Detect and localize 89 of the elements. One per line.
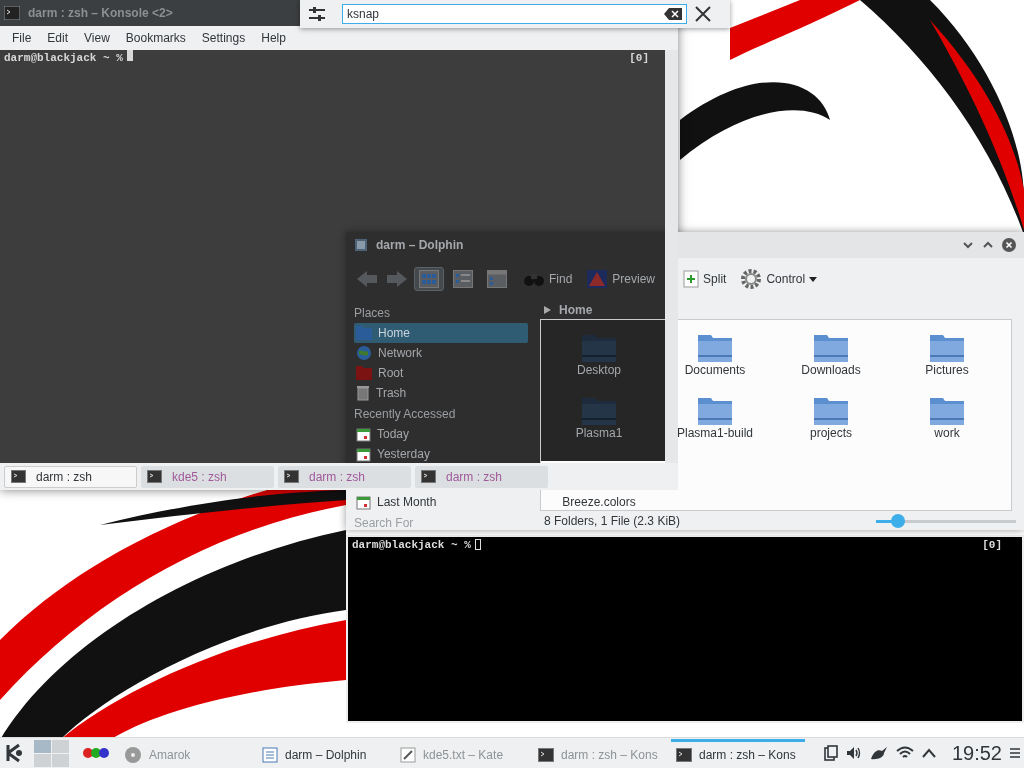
terminal-icon	[11, 470, 26, 483]
settings-icon[interactable]	[308, 6, 326, 22]
breadcrumb-link[interactable]: Home	[559, 300, 593, 319]
window-icon	[354, 238, 368, 252]
places-item[interactable]: Today	[354, 424, 528, 444]
file-name[interactable]: Downloads	[801, 363, 861, 378]
places-item[interactable]: Trash	[354, 383, 528, 403]
terminal-icon	[421, 470, 436, 483]
section-heading: Recently Accessed	[354, 407, 457, 422]
file-name[interactable]: work	[934, 426, 960, 441]
menu-item[interactable]: Settings	[193, 29, 254, 47]
task-button[interactable]: darm : zsh – Kons	[671, 738, 805, 768]
calendar-icon	[356, 426, 371, 442]
file-manager-icon	[262, 746, 278, 763]
section-heading: Search For	[354, 516, 415, 531]
calendar-icon	[356, 446, 371, 462]
volume-icon[interactable]	[845, 745, 862, 761]
places-item[interactable]: Yesterday	[354, 444, 528, 464]
status-text: 8 Folders, 1 File (2.3 KiB)	[544, 513, 682, 530]
close-icon[interactable]	[1002, 238, 1016, 252]
section-heading: Places	[354, 306, 392, 321]
file-name[interactable]: Desktop	[577, 363, 621, 378]
file-name[interactable]: Plasma1	[575, 426, 623, 441]
terminal-prompt: darm@blackjack ~ %	[4, 51, 123, 66]
places-item[interactable]: Root	[354, 363, 528, 383]
places-item[interactable]: Last Month	[354, 492, 528, 512]
terminal-icon	[4, 6, 20, 20]
terminal-icon	[147, 470, 162, 483]
clipboard-icon[interactable]	[823, 745, 838, 761]
file-name[interactable]: Documents	[684, 363, 746, 378]
three-circles-icon[interactable]	[83, 747, 109, 759]
clock: 19:52	[951, 741, 1002, 766]
window-title: darm : zsh – Konsole <2>	[28, 5, 173, 22]
desktop-pager-cell[interactable]	[34, 739, 51, 753]
root-folder-icon	[356, 366, 372, 380]
desktop-pager-cell[interactable]	[52, 753, 69, 767]
detail-list-icon	[453, 270, 473, 288]
menu-icon[interactable]	[1010, 747, 1020, 759]
terminal-tab[interactable]: darm : zsh	[4, 465, 137, 488]
session-indicator: [0]	[982, 538, 1002, 553]
text-cursor	[474, 539, 481, 550]
window-title: darm – Dolphin	[376, 237, 464, 254]
menu-item[interactable]: Edit	[39, 29, 77, 47]
gear-icon	[740, 268, 763, 290]
trash-icon	[356, 385, 370, 401]
terminal-prompt: darm@blackjack ~ %	[352, 538, 471, 553]
session-indicator: [0]	[629, 51, 649, 66]
terminal-icon	[676, 747, 692, 762]
globe-icon	[356, 345, 372, 361]
expand-triangle-icon	[544, 305, 551, 314]
text-editor-icon	[400, 746, 416, 763]
home-folder-icon	[356, 326, 372, 340]
menu-item[interactable]: Bookmarks	[117, 29, 194, 47]
scrollbar[interactable]	[665, 50, 678, 463]
desktop-pager-cell[interactable]	[52, 739, 69, 753]
terminal-icon	[538, 747, 554, 762]
toolbar-button[interactable]: Find	[518, 267, 578, 291]
task-button[interactable]: darm – Dolphin	[257, 738, 391, 768]
disc-icon	[124, 745, 142, 764]
places-item[interactable]: Network	[354, 343, 528, 363]
terminal-tab[interactable]: darm : zsh	[278, 465, 411, 488]
minimize-icon[interactable]	[962, 239, 974, 251]
places-item[interactable]: Home	[354, 323, 528, 343]
terminal-icon	[284, 470, 299, 483]
calendar-icon	[356, 494, 371, 510]
file-name[interactable]: Pictures	[925, 363, 969, 378]
terminal-tab[interactable]: kde5 : zsh	[141, 465, 274, 488]
toolbar-button[interactable]: Preview	[581, 266, 661, 292]
menu-item[interactable]: Help	[253, 29, 294, 47]
file-name[interactable]: projects	[810, 426, 852, 441]
toolbar-button[interactable]: Split	[678, 267, 732, 291]
menu-item[interactable]: View	[76, 29, 118, 47]
desktop-pager-cell[interactable]	[34, 753, 51, 767]
menu-item[interactable]: File	[4, 29, 40, 47]
file-name[interactable]: Plasma1-build	[676, 426, 753, 441]
caret-icon	[809, 275, 818, 283]
text-cursor	[126, 50, 133, 61]
close-icon[interactable]	[695, 6, 711, 22]
clear-icon[interactable]	[664, 8, 682, 20]
icon-grid-icon	[419, 270, 439, 288]
terminal-tab[interactable]: darm : zsh	[415, 465, 548, 488]
file-name[interactable]: Breeze.colors	[562, 495, 636, 510]
zoom-slider[interactable]	[876, 514, 1016, 528]
split-plus-icon	[683, 270, 700, 288]
search-field[interactable]: ksnap	[342, 4, 687, 24]
column-list-icon	[487, 270, 507, 288]
preview-image-icon	[586, 269, 609, 289]
toolbar-button[interactable]: Control	[735, 265, 823, 293]
wifi-icon[interactable]	[895, 746, 914, 760]
